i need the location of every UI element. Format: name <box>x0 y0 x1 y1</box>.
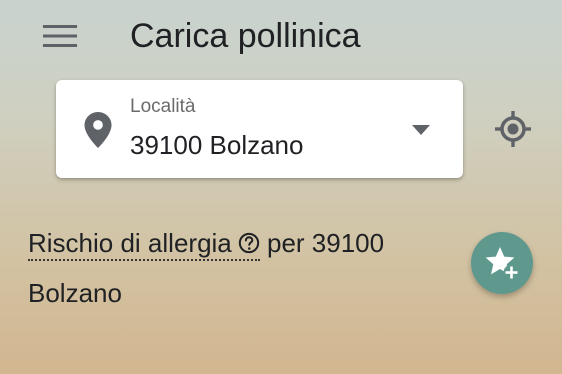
allergy-risk-heading: Rischio di allergia per 39100 Bolzano <box>28 218 448 318</box>
allergy-risk-link-text: Rischio di allergia <box>28 228 232 258</box>
dropdown-arrow-icon[interactable] <box>410 124 432 136</box>
star-add-icon <box>485 247 520 281</box>
add-favorite-button[interactable] <box>471 232 533 294</box>
help-circle-icon <box>238 232 259 254</box>
location-value: 39100 Bolzano <box>130 130 304 160</box>
location-pin-icon <box>84 112 112 148</box>
menu-button[interactable] <box>36 18 84 54</box>
my-location-button[interactable] <box>490 106 536 152</box>
app-bar: Carica pollinica <box>0 0 562 72</box>
hamburger-menu-icon <box>43 25 77 47</box>
my-location-icon <box>495 111 531 147</box>
allergy-risk-info-link[interactable]: Rischio di allergia <box>28 228 260 261</box>
location-selector[interactable]: Località 39100 Bolzano <box>56 80 463 178</box>
page-title: Carica pollinica <box>130 17 361 55</box>
location-label: Località <box>130 96 196 117</box>
